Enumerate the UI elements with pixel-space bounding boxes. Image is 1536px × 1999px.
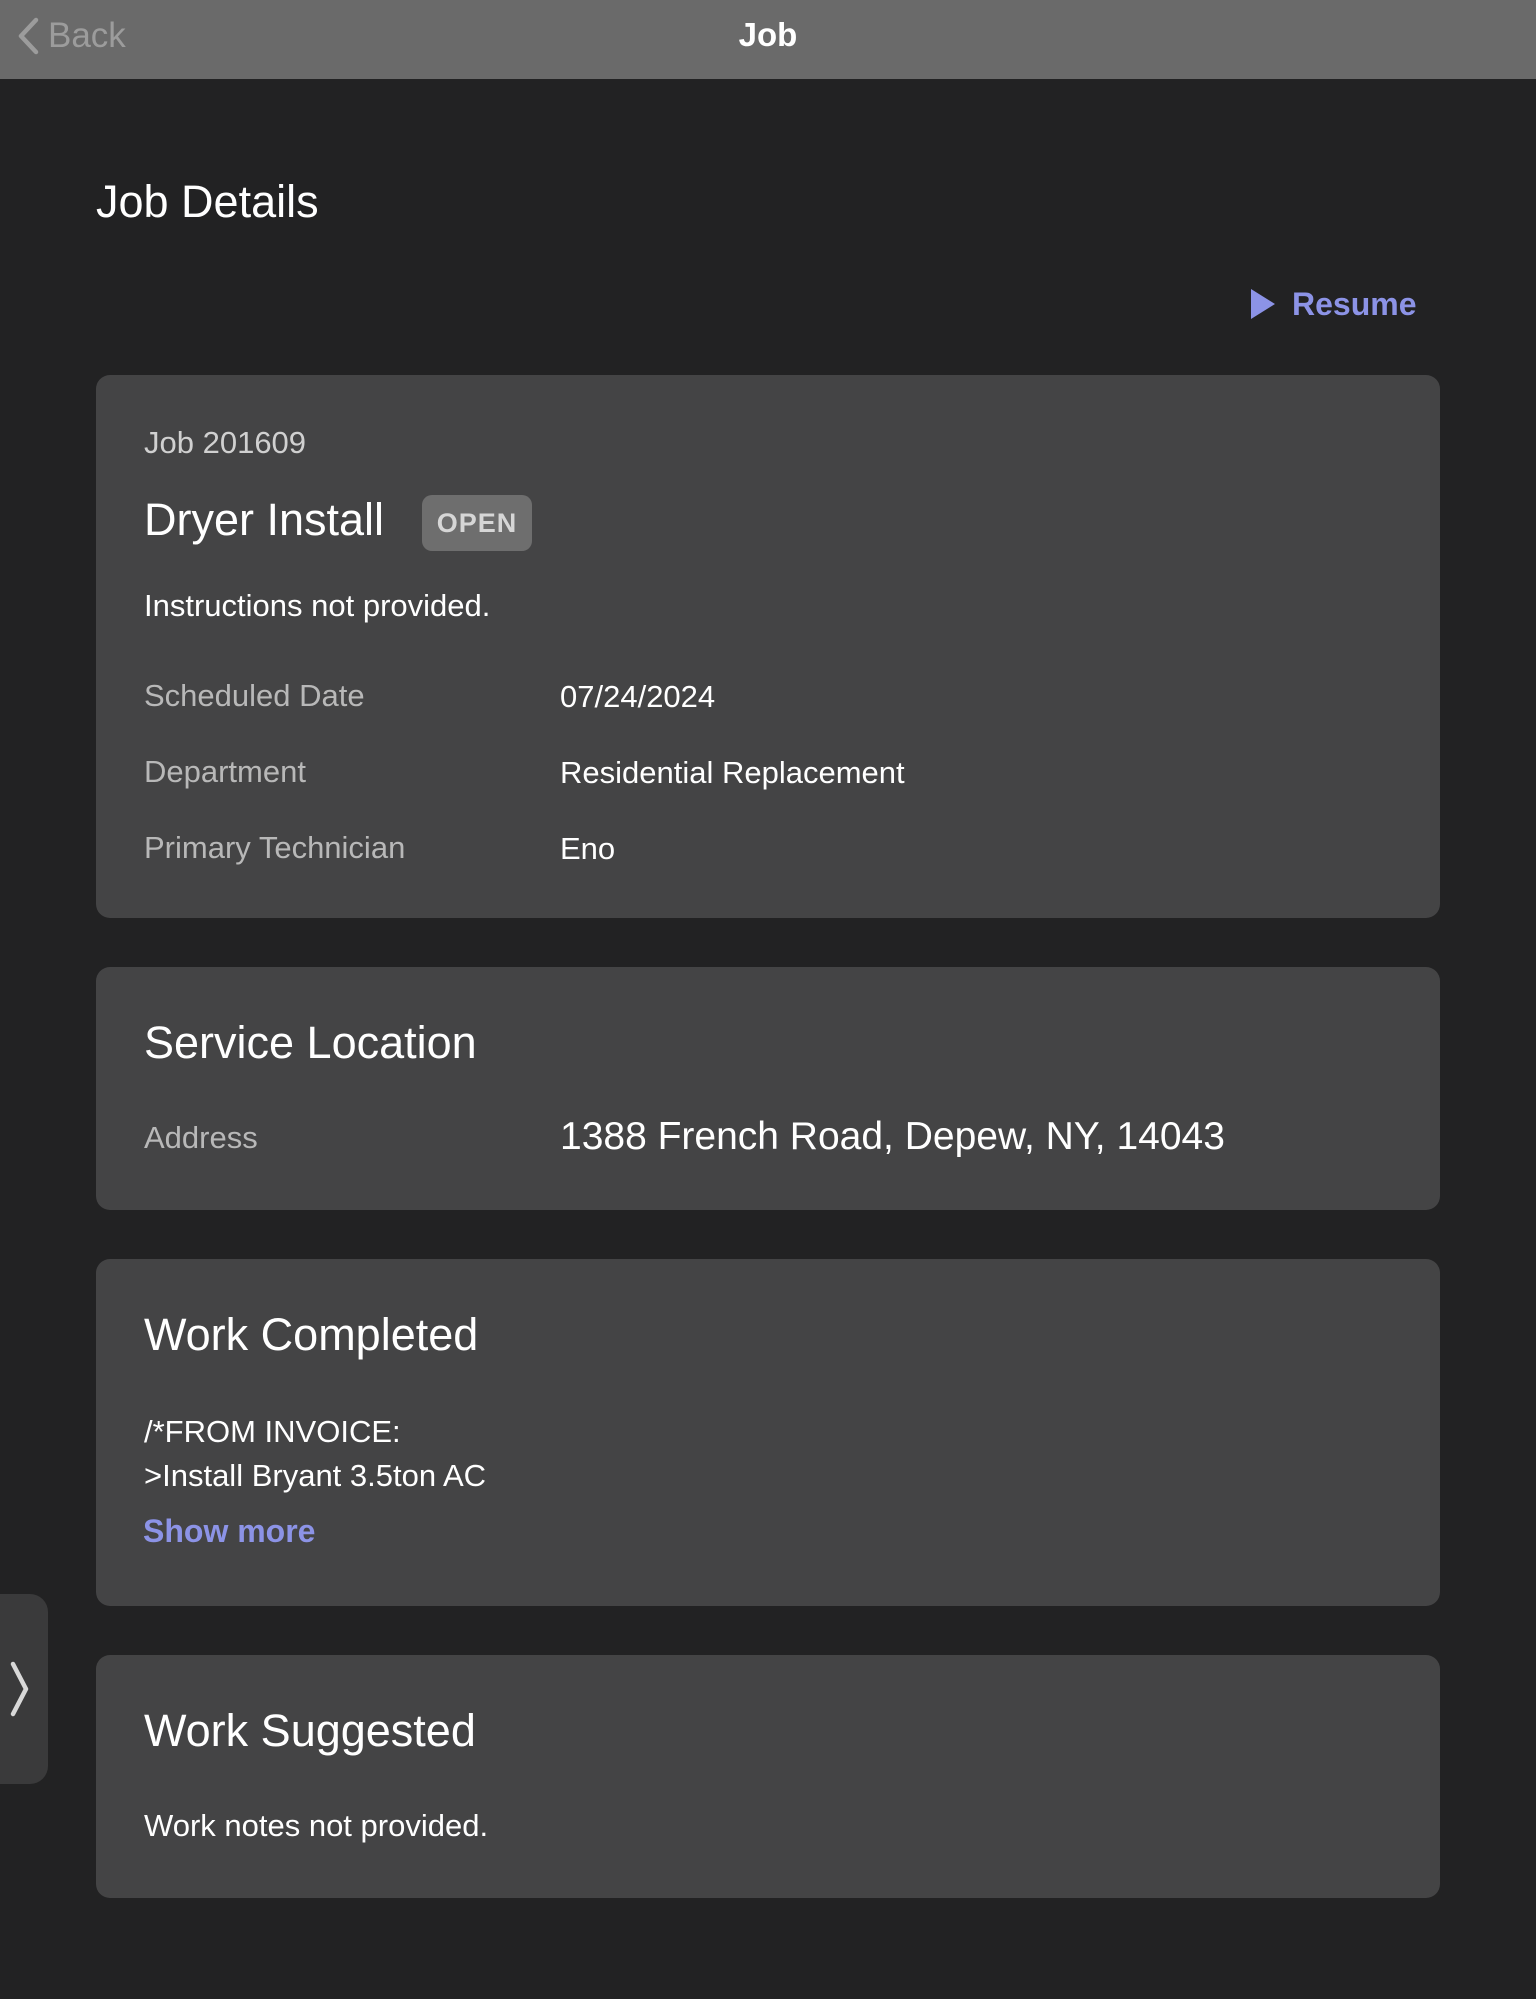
status-badge: OPEN [422,495,532,551]
job-name: Dryer Install [144,494,385,545]
work-suggested-notes: Work notes not provided. [144,1808,489,1843]
primary-technician-label: Primary Technician [144,830,406,865]
primary-technician-value: Eno [560,831,616,866]
service-location-card: Service Location Address 1388 French Roa… [96,967,1440,1210]
play-icon [1251,289,1275,319]
work-completed-line: /*FROM INVOICE: [144,1414,401,1449]
show-more-link[interactable]: Show more [143,1513,315,1550]
work-completed-title: Work Completed [144,1309,479,1360]
job-number: Job 201609 [144,425,307,460]
scheduled-date-value: 07/24/2024 [560,679,716,714]
job-summary-card: Job 201609 Dryer Install OPEN Instructio… [96,375,1440,918]
resume-button-label: Resume [1292,285,1417,322]
work-suggested-card: Work Suggested Work notes not provided. [96,1655,1440,1898]
work-completed-line: >Install Bryant 3.5ton AC [144,1458,487,1493]
address-label: Address [144,1120,258,1155]
department-value: Residential Replacement [560,755,905,790]
nav-title: Job [738,16,798,53]
work-suggested-title: Work Suggested [144,1705,476,1756]
navigation-bar: Back Job [0,0,1536,79]
job-instructions: Instructions not provided. [144,588,491,623]
work-completed-card: Work Completed /*FROM INVOICE: >Install … [96,1259,1440,1606]
department-label: Department [144,754,306,789]
chevron-right-icon [10,1661,29,1717]
resume-button[interactable]: Resume [1250,282,1417,326]
side-panel-toggle[interactable] [0,1594,48,1784]
page-title: Job Details [96,176,319,227]
service-location-title: Service Location [144,1017,477,1068]
scheduled-date-label: Scheduled Date [144,678,365,713]
address-value: 1388 French Road, Depew, NY, 14043 [560,1115,1225,1158]
